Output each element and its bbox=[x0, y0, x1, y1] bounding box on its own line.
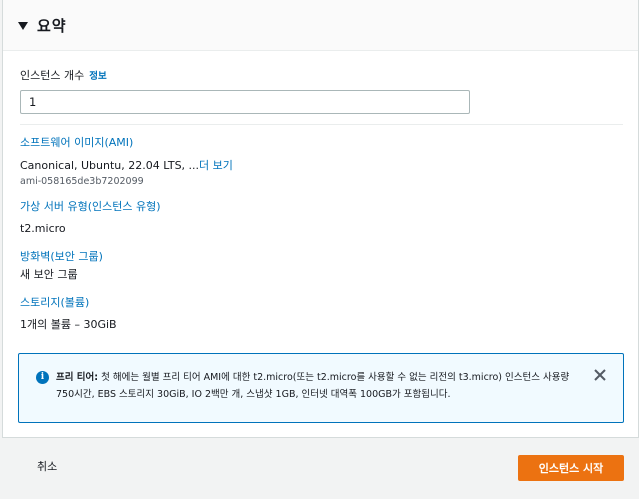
free-tier-alert: i 프리 티어: 첫 해에는 월별 프리 티어 AMI에 대한 t2.micro… bbox=[18, 353, 624, 423]
software-image-value: Canonical, Ubuntu, 22.04 LTS, ... bbox=[20, 159, 200, 172]
info-icon: i bbox=[36, 371, 49, 384]
summary-header[interactable]: 요약 bbox=[3, 0, 638, 51]
software-image-value-row: Canonical, Ubuntu, 22.04 LTS, ...더 보기 bbox=[20, 159, 623, 173]
storage-section: 스토리지(볼륨) 1개의 볼륨 – 30GiB bbox=[20, 296, 623, 332]
server-type-title[interactable]: 가상 서버 유형(인스턴스 유형) bbox=[20, 200, 623, 214]
storage-title[interactable]: 스토리지(볼륨) bbox=[20, 296, 623, 310]
server-type-value: t2.micro bbox=[20, 222, 66, 235]
instance-count-input[interactable] bbox=[20, 90, 470, 114]
more-link[interactable]: 더 보기 bbox=[199, 159, 233, 172]
launch-instance-button[interactable]: 인스턴스 시작 bbox=[518, 455, 624, 481]
close-icon[interactable] bbox=[593, 368, 607, 382]
caret-down-icon[interactable] bbox=[18, 21, 28, 30]
free-tier-label: 프리 티어: bbox=[56, 372, 99, 383]
instance-count-info-link[interactable]: 정보 bbox=[89, 68, 106, 82]
software-image-title[interactable]: 소프트웨어 이미지(AMI) bbox=[20, 136, 623, 150]
software-image-section: 소프트웨어 이미지(AMI) Canonical, Ubuntu, 22.04 … bbox=[20, 136, 623, 187]
instance-count-label-row: 인스턴스 개수 정보 bbox=[20, 67, 623, 83]
ami-id: ami-058165de3b7202099 bbox=[20, 176, 144, 187]
instance-count-label: 인스턴스 개수 bbox=[20, 69, 85, 82]
storage-value: 1개의 볼륨 – 30GiB bbox=[20, 318, 117, 331]
free-tier-text: 프리 티어: 첫 해에는 월별 프리 티어 AMI에 대한 t2.micro(또… bbox=[56, 369, 586, 403]
cancel-button[interactable]: 취소 bbox=[37, 458, 57, 474]
free-tier-description: 첫 해에는 월별 프리 티어 AMI에 대한 t2.micro(또는 t2.mi… bbox=[56, 372, 570, 400]
divider bbox=[20, 124, 623, 125]
firewall-title[interactable]: 방화벽(보안 그룹) bbox=[20, 250, 623, 264]
server-type-section: 가상 서버 유형(인스턴스 유형) t2.micro bbox=[20, 200, 623, 236]
summary-title: 요약 bbox=[37, 16, 67, 35]
firewall-value: 새 보안 그룹 bbox=[20, 268, 78, 281]
summary-body: 인스턴스 개수 정보 소프트웨어 이미지(AMI) Canonical, Ubu… bbox=[3, 67, 638, 332]
firewall-section: 방화벽(보안 그룹) 새 보안 그룹 bbox=[20, 250, 623, 282]
